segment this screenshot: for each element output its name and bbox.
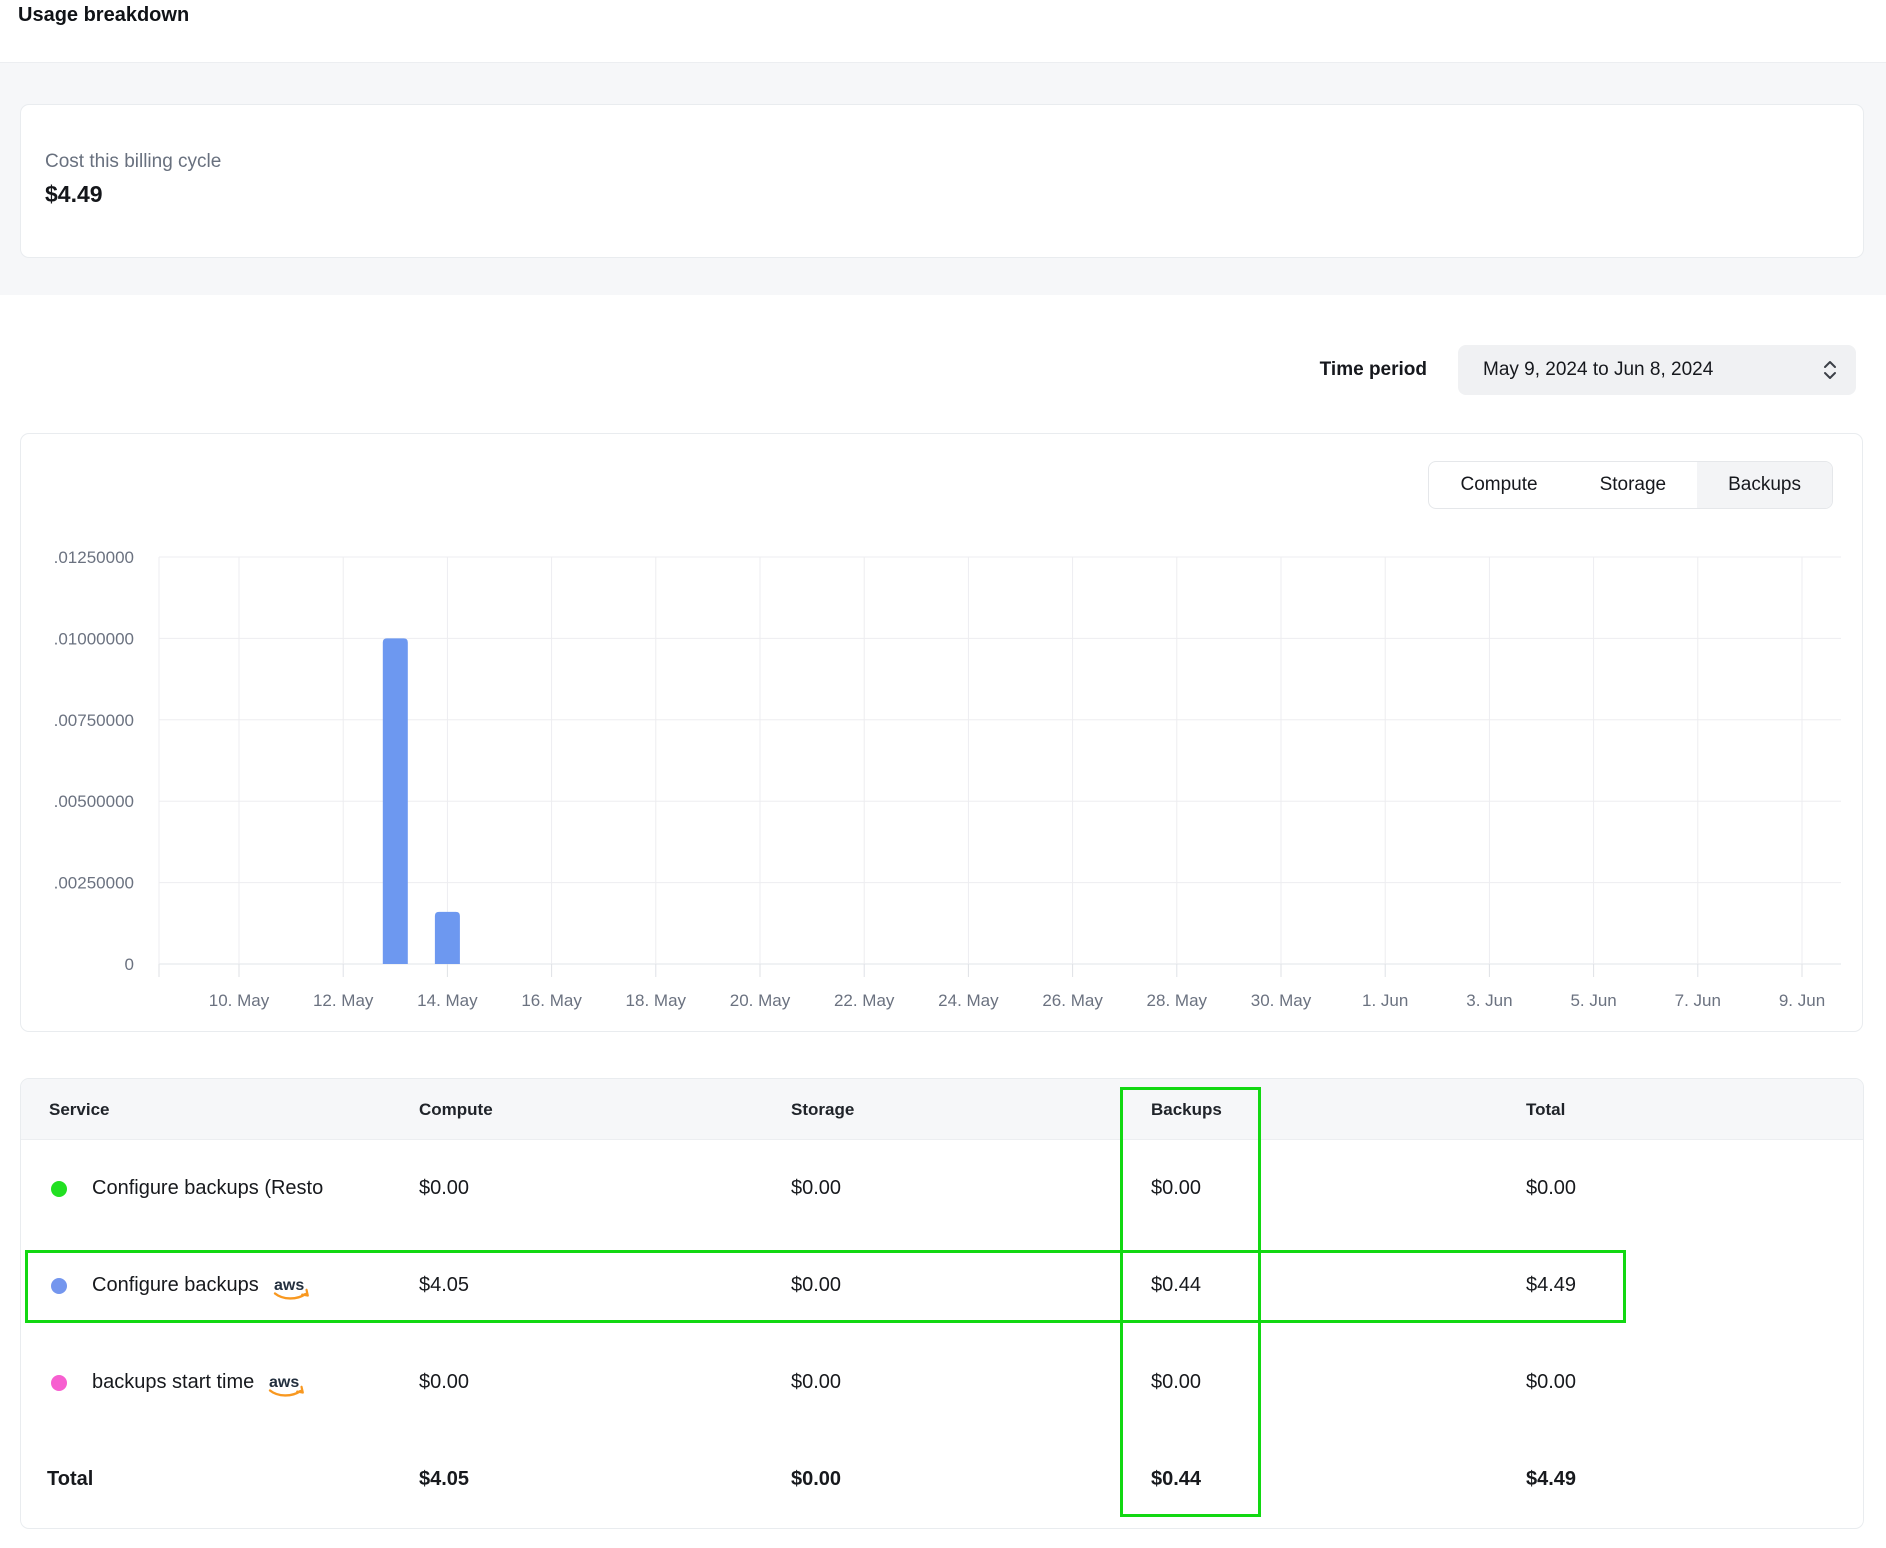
column-header-storage: Storage bbox=[791, 1079, 854, 1140]
x-axis-label: 7. Jun bbox=[1675, 991, 1721, 1010]
cell-storage: $0.00 bbox=[791, 1431, 841, 1528]
aws-logo-icon: aws bbox=[271, 1275, 311, 1302]
cell-backups: $0.44 bbox=[1151, 1431, 1201, 1528]
cell-backups: $0.00 bbox=[1151, 1140, 1201, 1237]
cell-compute: $4.05 bbox=[419, 1431, 469, 1528]
svg-text:aws: aws bbox=[269, 1374, 299, 1391]
x-axis-label: 1. Jun bbox=[1362, 991, 1408, 1010]
y-axis-label: .00250000 bbox=[54, 874, 134, 893]
usage-breakdown-page: Usage breakdown Cost this billing cycle … bbox=[0, 0, 1886, 1548]
y-axis-label: .00750000 bbox=[54, 711, 134, 730]
cell-total: $4.49 bbox=[1526, 1237, 1576, 1334]
service-color-dot bbox=[51, 1181, 67, 1197]
select-chevrons-icon bbox=[1822, 359, 1838, 386]
tab-backups[interactable]: Backups bbox=[1697, 462, 1832, 508]
service-color-dot bbox=[51, 1375, 67, 1391]
cell-backups: $0.00 bbox=[1151, 1334, 1201, 1431]
table-row: backups start timeaws $0.00 $0.00 $0.00 $0.0… bbox=[21, 1334, 1863, 1431]
table-row: Configure backups (Resto $0.00 $0.00 $0.00 $… bbox=[21, 1140, 1863, 1237]
x-axis-label: 28. May bbox=[1147, 991, 1208, 1010]
billing-cycle-label: Cost this billing cycle bbox=[45, 151, 221, 173]
x-axis-label: 26. May bbox=[1042, 991, 1103, 1010]
service-name: backups start timeaws bbox=[92, 1334, 306, 1431]
page-title: Usage breakdown bbox=[18, 4, 189, 27]
time-period-label: Time period bbox=[1320, 345, 1427, 395]
usage-table-card: Service Compute Storage Backups Total Config… bbox=[20, 1078, 1864, 1529]
table-row: Configure backupsaws $4.05 $0.00 $0.44 $4.49 bbox=[21, 1237, 1863, 1334]
time-period-value: May 9, 2024 to Jun 8, 2024 bbox=[1483, 345, 1713, 395]
summary-section: Cost this billing cycle $4.49 bbox=[0, 62, 1886, 295]
tab-storage[interactable]: Storage bbox=[1569, 462, 1698, 508]
summary-card: Cost this billing cycle $4.49 bbox=[20, 104, 1864, 258]
x-axis-label: 30. May bbox=[1251, 991, 1312, 1010]
service-name: Configure backupsaws bbox=[92, 1237, 311, 1334]
aws-logo-icon: aws bbox=[266, 1372, 306, 1399]
cell-compute: $4.05 bbox=[419, 1237, 469, 1334]
x-axis-label: 18. May bbox=[626, 991, 687, 1010]
x-axis-label: 20. May bbox=[730, 991, 791, 1010]
bar-14. May[interactable] bbox=[435, 912, 460, 964]
x-axis-label: 16. May bbox=[521, 991, 582, 1010]
x-axis-label: 12. May bbox=[313, 991, 374, 1010]
usage-bar-chart: .01250000 .01000000 .00750000 .00500000 .002… bbox=[21, 434, 1864, 1033]
y-axis-label: .01250000 bbox=[54, 548, 134, 567]
x-axis-label: 9. Jun bbox=[1779, 991, 1825, 1010]
cell-total: $4.49 bbox=[1526, 1431, 1576, 1528]
x-axis-label: 24. May bbox=[938, 991, 999, 1010]
bar-13. May[interactable] bbox=[383, 638, 408, 964]
chart-tab-group: ComputeStorageBackups bbox=[1428, 461, 1833, 509]
service-color-dot bbox=[51, 1278, 67, 1294]
y-axis-label: .00500000 bbox=[54, 792, 134, 811]
table-body: Configure backups (Resto$0.00$0.00$0.00$… bbox=[21, 1140, 1863, 1528]
cell-storage: $0.00 bbox=[791, 1334, 841, 1431]
y-axis-label: 0 bbox=[125, 955, 134, 974]
x-axis-label: 22. May bbox=[834, 991, 895, 1010]
svg-text:aws: aws bbox=[274, 1277, 304, 1294]
x-axis-label: 3. Jun bbox=[1466, 991, 1512, 1010]
cell-compute: $0.00 bbox=[419, 1140, 469, 1237]
tab-compute[interactable]: Compute bbox=[1429, 462, 1568, 508]
usage-chart-card: .01250000 .01000000 .00750000 .00500000 .002… bbox=[20, 433, 1863, 1032]
billing-cycle-cost: $4.49 bbox=[45, 181, 103, 208]
cell-backups: $0.44 bbox=[1151, 1237, 1201, 1334]
cell-compute: $0.00 bbox=[419, 1334, 469, 1431]
cell-storage: $0.00 bbox=[791, 1237, 841, 1334]
column-header-backups: Backups bbox=[1151, 1079, 1222, 1140]
column-header-service: Service bbox=[49, 1079, 110, 1140]
cell-total: $0.00 bbox=[1526, 1140, 1576, 1237]
cell-storage: $0.00 bbox=[791, 1140, 841, 1237]
y-axis-label: .01000000 bbox=[54, 629, 134, 648]
column-header-total: Total bbox=[1526, 1079, 1565, 1140]
cell-total: $0.00 bbox=[1526, 1334, 1576, 1431]
time-period-select[interactable]: May 9, 2024 to Jun 8, 2024 bbox=[1458, 345, 1856, 395]
service-name: Total bbox=[47, 1431, 93, 1528]
x-axis-label: 5. Jun bbox=[1570, 991, 1616, 1010]
table-row-total: Total $4.05 $0.00 $0.44 $4.49 bbox=[21, 1431, 1863, 1528]
column-header-compute: Compute bbox=[419, 1079, 493, 1140]
x-axis-label: 10. May bbox=[209, 991, 270, 1010]
table-header: Service Compute Storage Backups Total bbox=[21, 1079, 1863, 1140]
service-name: Configure backups (Resto bbox=[92, 1140, 323, 1237]
x-axis-label: 14. May bbox=[417, 991, 478, 1010]
